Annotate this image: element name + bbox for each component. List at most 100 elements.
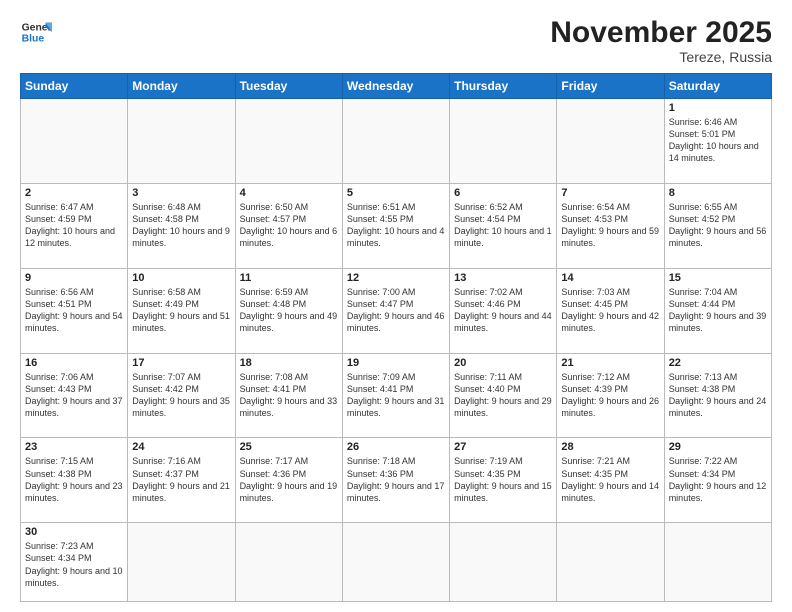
- calendar-cell: 27 Sunrise: 7:19 AM Sunset: 4:35 PM Dayli…: [450, 438, 557, 523]
- day-info: Sunrise: 7:04 AM Sunset: 4:44 PM Dayligh…: [669, 286, 767, 335]
- day-number: 21: [561, 357, 659, 369]
- col-thursday: Thursday: [450, 74, 557, 99]
- day-number: 19: [347, 357, 445, 369]
- svg-text:Blue: Blue: [22, 34, 45, 45]
- day-info: Sunrise: 7:13 AM Sunset: 4:38 PM Dayligh…: [669, 371, 767, 420]
- day-info: Sunrise: 6:50 AM Sunset: 4:57 PM Dayligh…: [240, 201, 338, 250]
- day-number: 4: [240, 187, 338, 199]
- day-info: Sunrise: 6:51 AM Sunset: 4:55 PM Dayligh…: [347, 201, 445, 250]
- day-number: 23: [25, 441, 123, 453]
- col-saturday: Saturday: [664, 74, 771, 99]
- day-info: Sunrise: 6:48 AM Sunset: 4:58 PM Dayligh…: [132, 201, 230, 250]
- calendar-cell: 1Sunrise: 6:46 AM Sunset: 5:01 PM Daylig…: [664, 99, 771, 184]
- day-info: Sunrise: 7:23 AM Sunset: 4:34 PM Dayligh…: [25, 540, 123, 589]
- calendar-cell: [235, 523, 342, 602]
- day-number: 14: [561, 272, 659, 284]
- day-number: 22: [669, 357, 767, 369]
- calendar-cell: [450, 523, 557, 602]
- calendar-cell: [235, 99, 342, 184]
- calendar-cell: 3 Sunrise: 6:48 AM Sunset: 4:58 PM Daylig…: [128, 183, 235, 268]
- day-info: Sunrise: 7:21 AM Sunset: 4:35 PM Dayligh…: [561, 455, 659, 504]
- day-info: Sunrise: 7:07 AM Sunset: 4:42 PM Dayligh…: [132, 371, 230, 420]
- location: Tereze, Russia: [550, 49, 772, 65]
- day-info: Sunrise: 6:52 AM Sunset: 4:54 PM Dayligh…: [454, 201, 552, 250]
- calendar-cell: 28 Sunrise: 7:21 AM Sunset: 4:35 PM Dayli…: [557, 438, 664, 523]
- logo-icon: General Blue: [20, 16, 52, 48]
- title-block: November 2025 Tereze, Russia: [550, 16, 772, 65]
- calendar-cell: 12 Sunrise: 7:00 AM Sunset: 4:47 PM Dayli…: [342, 268, 449, 353]
- day-info: Sunrise: 6:47 AM Sunset: 4:59 PM Dayligh…: [25, 201, 123, 250]
- page: General Blue November 2025 Tereze, Russi…: [0, 0, 792, 612]
- day-info: Sunrise: 7:11 AM Sunset: 4:40 PM Dayligh…: [454, 371, 552, 420]
- col-tuesday: Tuesday: [235, 74, 342, 99]
- day-number: 5: [347, 187, 445, 199]
- calendar-cell: 25Sunrise: 7:17 AM Sunset: 4:36 PM Dayli…: [235, 438, 342, 523]
- day-number: 15: [669, 272, 767, 284]
- day-number: 30: [25, 526, 123, 538]
- day-info: Sunrise: 6:46 AM Sunset: 5:01 PM Dayligh…: [669, 116, 767, 165]
- calendar-cell: [128, 99, 235, 184]
- calendar-cell: 30 Sunrise: 7:23 AM Sunset: 4:34 PM Dayli…: [21, 523, 128, 602]
- calendar-cell: 16 Sunrise: 7:06 AM Sunset: 4:43 PM Dayli…: [21, 353, 128, 438]
- calendar-cell: 2Sunrise: 6:47 AM Sunset: 4:59 PM Daylig…: [21, 183, 128, 268]
- day-number: 10: [132, 272, 230, 284]
- calendar-cell: 20 Sunrise: 7:11 AM Sunset: 4:40 PM Dayli…: [450, 353, 557, 438]
- col-sunday: Sunday: [21, 74, 128, 99]
- calendar-cell: 9Sunrise: 6:56 AM Sunset: 4:51 PM Daylig…: [21, 268, 128, 353]
- day-number: 20: [454, 357, 552, 369]
- calendar-cell: 19Sunrise: 7:09 AM Sunset: 4:41 PM Dayli…: [342, 353, 449, 438]
- day-info: Sunrise: 7:00 AM Sunset: 4:47 PM Dayligh…: [347, 286, 445, 335]
- calendar-cell: 26 Sunrise: 7:18 AM Sunset: 4:36 PM Dayli…: [342, 438, 449, 523]
- day-number: 26: [347, 441, 445, 453]
- calendar-cell: [21, 99, 128, 184]
- day-number: 6: [454, 187, 552, 199]
- day-number: 24: [132, 441, 230, 453]
- day-info: Sunrise: 6:54 AM Sunset: 4:53 PM Dayligh…: [561, 201, 659, 250]
- calendar-cell: 23 Sunrise: 7:15 AM Sunset: 4:38 PM Dayli…: [21, 438, 128, 523]
- calendar-cell: 5 Sunrise: 6:51 AM Sunset: 4:55 PM Daylig…: [342, 183, 449, 268]
- day-number: 3: [132, 187, 230, 199]
- day-info: Sunrise: 7:08 AM Sunset: 4:41 PM Dayligh…: [240, 371, 338, 420]
- day-number: 12: [347, 272, 445, 284]
- calendar-cell: [557, 99, 664, 184]
- calendar-cell: 21Sunrise: 7:12 AM Sunset: 4:39 PM Dayli…: [557, 353, 664, 438]
- calendar-cell: 4 Sunrise: 6:50 AM Sunset: 4:57 PM Daylig…: [235, 183, 342, 268]
- calendar-cell: 15 Sunrise: 7:04 AM Sunset: 4:44 PM Dayli…: [664, 268, 771, 353]
- calendar-cell: 17 Sunrise: 7:07 AM Sunset: 4:42 PM Dayli…: [128, 353, 235, 438]
- calendar-cell: [450, 99, 557, 184]
- day-number: 16: [25, 357, 123, 369]
- day-info: Sunrise: 6:58 AM Sunset: 4:49 PM Dayligh…: [132, 286, 230, 335]
- calendar-cell: 7 Sunrise: 6:54 AM Sunset: 4:53 PM Daylig…: [557, 183, 664, 268]
- col-wednesday: Wednesday: [342, 74, 449, 99]
- calendar-cell: 10 Sunrise: 6:58 AM Sunset: 4:49 PM Dayli…: [128, 268, 235, 353]
- day-info: Sunrise: 7:15 AM Sunset: 4:38 PM Dayligh…: [25, 455, 123, 504]
- day-info: Sunrise: 7:18 AM Sunset: 4:36 PM Dayligh…: [347, 455, 445, 504]
- day-info: Sunrise: 6:59 AM Sunset: 4:48 PM Dayligh…: [240, 286, 338, 335]
- day-number: 29: [669, 441, 767, 453]
- calendar-cell: 8Sunrise: 6:55 AM Sunset: 4:52 PM Daylig…: [664, 183, 771, 268]
- day-number: 17: [132, 357, 230, 369]
- day-info: Sunrise: 7:16 AM Sunset: 4:37 PM Dayligh…: [132, 455, 230, 504]
- calendar-cell: 11 Sunrise: 6:59 AM Sunset: 4:48 PM Dayli…: [235, 268, 342, 353]
- day-number: 8: [669, 187, 767, 199]
- col-friday: Friday: [557, 74, 664, 99]
- day-number: 11: [240, 272, 338, 284]
- day-number: 18: [240, 357, 338, 369]
- day-number: 9: [25, 272, 123, 284]
- calendar-cell: 29Sunrise: 7:22 AM Sunset: 4:34 PM Dayli…: [664, 438, 771, 523]
- calendar-cell: 24 Sunrise: 7:16 AM Sunset: 4:37 PM Dayli…: [128, 438, 235, 523]
- col-monday: Monday: [128, 74, 235, 99]
- calendar-cell: [128, 523, 235, 602]
- day-number: 28: [561, 441, 659, 453]
- calendar-cell: 22 Sunrise: 7:13 AM Sunset: 4:38 PM Dayli…: [664, 353, 771, 438]
- calendar-cell: [342, 99, 449, 184]
- day-number: 7: [561, 187, 659, 199]
- month-title: November 2025: [550, 16, 772, 49]
- day-number: 27: [454, 441, 552, 453]
- day-number: 13: [454, 272, 552, 284]
- calendar-cell: 14Sunrise: 7:03 AM Sunset: 4:45 PM Dayli…: [557, 268, 664, 353]
- day-info: Sunrise: 7:06 AM Sunset: 4:43 PM Dayligh…: [25, 371, 123, 420]
- calendar-cell: 6 Sunrise: 6:52 AM Sunset: 4:54 PM Daylig…: [450, 183, 557, 268]
- calendar-header-row: Sunday Monday Tuesday Wednesday Thursday…: [21, 74, 772, 99]
- day-info: Sunrise: 7:19 AM Sunset: 4:35 PM Dayligh…: [454, 455, 552, 504]
